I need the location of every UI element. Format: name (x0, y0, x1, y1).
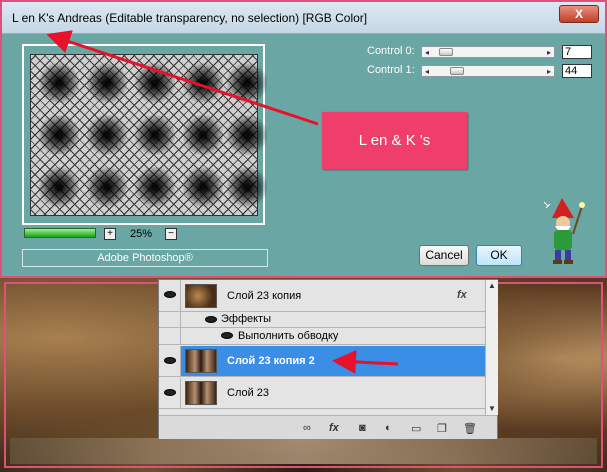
preview-pattern-cell (227, 115, 267, 155)
adobe-photoshop-bar: Adobe Photoshop® (22, 249, 268, 267)
control-0-value[interactable]: 7 (562, 45, 592, 59)
preview-pattern-cell (39, 167, 79, 207)
effects-row[interactable]: Эффекты (159, 312, 485, 328)
layer-row[interactable]: Слой 23 копия fx (159, 280, 485, 312)
layers-scrollbar[interactable]: ▲ ▼ (485, 280, 498, 415)
zoom-level: 25% (130, 228, 153, 240)
layer-row-selected[interactable]: Слой 23 копия 2 (159, 346, 485, 377)
layer-name: Слой 23 копия 2 (227, 355, 315, 367)
slider-left-arrow-icon[interactable]: ◂ (422, 66, 432, 77)
link-icon[interactable]: ∞ (303, 422, 311, 434)
preview-pattern-cell (135, 167, 175, 207)
preview-pattern-cell (183, 63, 223, 103)
eye-icon[interactable] (221, 332, 233, 339)
adjustment-icon[interactable]: ◐ (385, 422, 392, 434)
preview-pattern-cell (135, 63, 175, 103)
control-1-value[interactable]: 44 (562, 64, 592, 78)
slider-left-arrow-icon[interactable]: ◂ (422, 47, 432, 58)
layer-row[interactable]: Слой 23 (159, 378, 485, 409)
stroke-effect-row[interactable]: Выполнить обводку (159, 328, 485, 345)
group-icon[interactable]: ▭ (411, 422, 421, 435)
effects-label: Эффекты (221, 313, 272, 325)
dialog-titlebar: L en K's Andreas (Editable transparency,… (2, 2, 605, 34)
preview-pattern-cell (87, 115, 127, 155)
eye-icon[interactable] (164, 291, 176, 298)
mask-icon[interactable]: ◙ (359, 422, 366, 434)
preview-pattern-cell (87, 167, 127, 207)
preview-pattern-cell (183, 167, 223, 207)
layer-thumbnail (185, 349, 217, 373)
preview-pattern-cell (227, 167, 267, 207)
layers-panel: Слой 23 копия fx Эффекты Выполнить обвод… (158, 279, 498, 439)
layer-thumbnail (185, 381, 217, 405)
control-1-thumb[interactable] (450, 67, 465, 75)
new-layer-icon[interactable]: ❐ (437, 422, 447, 435)
preview-pattern-cell (39, 63, 79, 103)
fx-icon[interactable]: fx (457, 289, 467, 301)
control-1-slider[interactable]: ◂ ▸ (421, 65, 555, 77)
layer-thumbnail (185, 284, 217, 308)
slider-right-arrow-icon[interactable]: ▸ (544, 47, 554, 58)
stroke-effect-label: Выполнить обводку (238, 330, 339, 342)
gnome-icon (543, 198, 585, 264)
control-0-label: Control 0: (367, 45, 415, 57)
control-0-thumb[interactable] (438, 48, 453, 56)
ok-button[interactable]: OK (476, 245, 522, 266)
preview-pattern-cell (227, 63, 267, 103)
eye-icon[interactable] (164, 357, 176, 364)
layer-name: Слой 23 (227, 387, 270, 399)
minus-icon: − (168, 228, 174, 239)
preview-pattern-cell (183, 115, 223, 155)
filter-preview[interactable] (30, 54, 267, 216)
plus-icon: + (107, 228, 113, 239)
overlay-label: L en & K 's (322, 112, 467, 169)
layers-footer: ∞ fx ◙ ◐ ▭ ❐ 🗑 (159, 415, 497, 439)
scroll-down-icon[interactable]: ▼ (486, 403, 498, 415)
dialog-title: L en K's Andreas (Editable transparency,… (12, 11, 368, 25)
scroll-up-icon[interactable]: ▲ (486, 280, 498, 292)
slider-right-arrow-icon[interactable]: ▸ (544, 66, 554, 77)
layer-name: Слой 23 копия (227, 290, 302, 302)
background-strip (10, 438, 597, 464)
zoom-out-button[interactable]: − (165, 228, 177, 240)
brand-label: Adobe Photoshop® (97, 252, 193, 264)
preview-pattern-cell (135, 115, 175, 155)
cancel-button[interactable]: Cancel (419, 245, 469, 266)
close-icon: X (574, 7, 583, 21)
fx-icon[interactable]: fx (329, 422, 339, 434)
control-1-label: Control 1: (367, 64, 415, 76)
preview-pattern-cell (87, 63, 127, 103)
close-button[interactable]: X (559, 5, 599, 23)
zoom-in-button[interactable]: + (104, 228, 116, 240)
trash-icon[interactable]: 🗑 (463, 422, 477, 435)
eye-icon[interactable] (205, 316, 217, 323)
preview-pattern-cell (39, 115, 79, 155)
eye-icon[interactable] (164, 389, 176, 396)
progress-bar (24, 228, 96, 238)
control-0-slider[interactable]: ◂ ▸ (421, 46, 555, 58)
